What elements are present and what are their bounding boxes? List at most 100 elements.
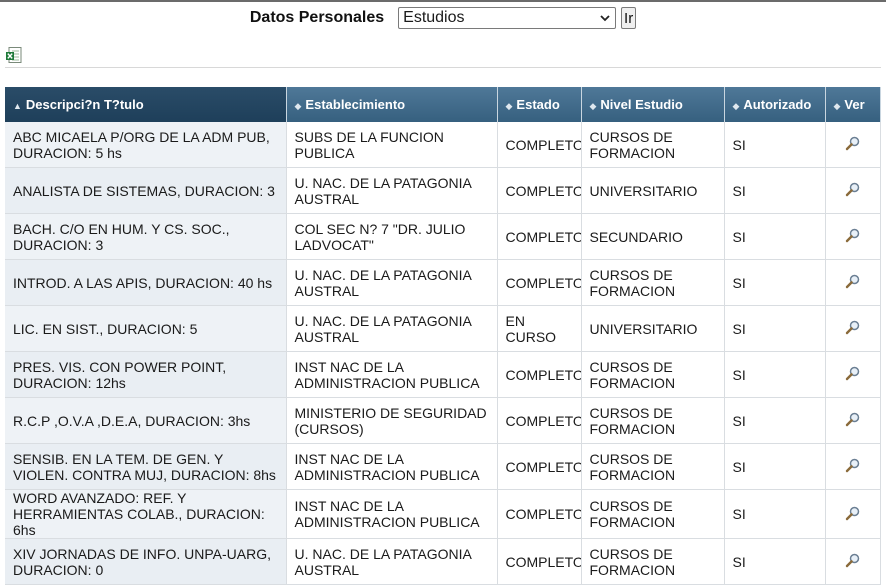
cell-autorizado: SI [724,167,826,214]
column-header-nivel[interactable]: ◆ Nivel Estudio [581,87,725,122]
cell-ver [825,305,881,352]
cell-descripcion: LIC. EN SIST., DURACION: 5 [5,305,287,352]
cell-establecimiento: U. NAC. DE LA PATAGONIA AUSTRAL [286,167,498,214]
cell-descripcion: ANALISTA DE SISTEMAS, DURACION: 3 [5,167,287,214]
cell-nivel: CURSOS DE FORMACION [581,538,725,585]
cell-descripcion: ABC MICAELA P/ORG DE LA ADM PUB, DURACIO… [5,122,287,168]
cell-descripcion: WORD AVANZADO: REF. Y HERRAMIENTAS COLAB… [5,489,287,539]
cell-establecimiento: U. NAC. DE LA PATAGONIA AUSTRAL [286,538,498,585]
cell-ver [825,397,881,444]
studies-table: ▲ Descripci?n T?tulo ◆ Establecimiento ◆ Es… [5,87,881,585]
sort-arrow-icon: ▲ [13,101,22,111]
excel-icon[interactable] [5,46,23,64]
section-select-value: Estudios [403,9,465,26]
cell-descripcion: XIV JORNADAS DE INFO. UNPA-UARG, DURACIO… [5,538,287,585]
column-header-descripcion[interactable]: ▲ Descripci?n T?tulo [5,87,287,122]
magnifier-icon[interactable] [845,273,861,289]
cell-nivel: UNIVERSITARIO [581,305,725,352]
cell-autorizado: SI [724,443,826,490]
magnifier-icon[interactable] [845,181,861,197]
section-select[interactable]: Estudios [398,7,617,29]
cell-estado: COMPLETO [497,397,582,444]
cell-estado: COMPLETO [497,538,582,585]
magnifier-icon[interactable] [845,365,861,381]
cell-establecimiento: COL SEC N? 7 "DR. JULIO LADVOCAT" [286,213,498,260]
cell-autorizado: SI [724,305,826,352]
magnifier-icon[interactable] [845,227,861,243]
table-row: SENSIB. EN LA TEM. DE GEN. Y VIOLEN. CON… [5,443,881,490]
magnifier-icon[interactable] [845,319,861,335]
magnifier-icon[interactable] [845,411,861,427]
table-row: XIV JORNADAS DE INFO. UNPA-UARG, DURACIO… [5,538,881,585]
cell-ver [825,351,881,398]
sort-arrow-icon: ◆ [294,101,302,111]
table-row: ANALISTA DE SISTEMAS, DURACION: 3 U. NAC… [5,167,881,214]
toolbar-label: Datos Personales [249,9,385,26]
cell-nivel: CURSOS DE FORMACION [581,351,725,398]
magnifier-icon[interactable] [845,505,861,521]
cell-autorizado: SI [724,538,826,585]
cell-establecimiento: INST NAC DE LA ADMINISTRACION PUBLICA [286,351,498,398]
cell-autorizado: SI [724,122,826,168]
table-row: ABC MICAELA P/ORG DE LA ADM PUB, DURACIO… [5,122,881,168]
chevron-down-icon [600,15,610,22]
go-button[interactable]: Ir [621,7,637,29]
magnifier-icon[interactable] [845,457,861,473]
cell-estado: COMPLETO [497,122,582,168]
column-header-estado[interactable]: ◆ Estado [497,87,582,122]
top-divider [0,0,886,2]
cell-nivel: CURSOS DE FORMACION [581,397,725,444]
cell-establecimiento: U. NAC. DE LA PATAGONIA AUSTRAL [286,259,498,306]
cell-autorizado: SI [724,489,826,539]
cell-descripcion: BACH. C/O EN HUM. Y CS. SOC., DURACION: … [5,213,287,260]
table-row: R.C.P ,O.V.A ,D.E.A, DURACION: 3hs MINIS… [5,397,881,444]
cell-ver [825,259,881,306]
table-header-row: ▲ Descripci?n T?tulo ◆ Establecimiento ◆ Es… [5,87,881,122]
table-row: LIC. EN SIST., DURACION: 5 U. NAC. DE LA… [5,305,881,352]
cell-establecimiento: MINISTERIO DE SEGURIDAD (CURSOS) [286,397,498,444]
cell-descripcion: SENSIB. EN LA TEM. DE GEN. Y VIOLEN. CON… [5,443,287,490]
cell-ver [825,213,881,260]
cell-establecimiento: INST NAC DE LA ADMINISTRACION PUBLICA [286,489,498,539]
column-header-ver[interactable]: ◆ Ver [825,87,881,122]
cell-nivel: SECUNDARIO [581,213,725,260]
cell-establecimiento: U. NAC. DE LA PATAGONIA AUSTRAL [286,305,498,352]
cell-nivel: CURSOS DE FORMACION [581,443,725,490]
column-header-establecimiento[interactable]: ◆ Establecimiento [286,87,498,122]
cell-establecimiento: SUBS DE LA FUNCION PUBLICA [286,122,498,168]
table-row: PRES. VIS. CON POWER POINT, DURACION: 12… [5,351,881,398]
cell-estado: COMPLETO [497,351,582,398]
toolbar: Datos Personales Estudios Ir [0,6,886,30]
sort-arrow-icon: ◆ [589,101,597,111]
cell-estado: COMPLETO [497,259,582,306]
cell-descripcion: PRES. VIS. CON POWER POINT, DURACION: 12… [5,351,287,398]
cell-nivel: CURSOS DE FORMACION [581,259,725,306]
section-divider [5,67,881,68]
cell-nivel: CURSOS DE FORMACION [581,489,725,539]
magnifier-icon[interactable] [845,135,861,151]
cell-descripcion: R.C.P ,O.V.A ,D.E.A, DURACION: 3hs [5,397,287,444]
table-row: INTROD. A LAS APIS, DURACION: 40 hs U. N… [5,259,881,306]
cell-autorizado: SI [724,259,826,306]
cell-ver [825,167,881,214]
cell-establecimiento: INST NAC DE LA ADMINISTRACION PUBLICA [286,443,498,490]
cell-descripcion: INTROD. A LAS APIS, DURACION: 40 hs [5,259,287,306]
table-row: BACH. C/O EN HUM. Y CS. SOC., DURACION: … [5,213,881,260]
sort-arrow-icon: ◆ [732,101,740,111]
table-row: WORD AVANZADO: REF. Y HERRAMIENTAS COLAB… [5,489,881,539]
cell-autorizado: SI [724,213,826,260]
cell-estado: COMPLETO [497,489,582,539]
cell-ver [825,538,881,585]
sort-arrow-icon: ◆ [505,101,513,111]
cell-estado: EN CURSO [497,305,582,352]
cell-estado: COMPLETO [497,443,582,490]
cell-autorizado: SI [724,351,826,398]
cell-ver [825,489,881,539]
cell-autorizado: SI [724,397,826,444]
column-header-autorizado[interactable]: ◆ Autorizado [724,87,826,122]
cell-nivel: CURSOS DE FORMACION [581,122,725,168]
cell-estado: COMPLETO [497,167,582,214]
cell-nivel: UNIVERSITARIO [581,167,725,214]
cell-estado: COMPLETO [497,213,582,260]
magnifier-icon[interactable] [845,552,861,568]
